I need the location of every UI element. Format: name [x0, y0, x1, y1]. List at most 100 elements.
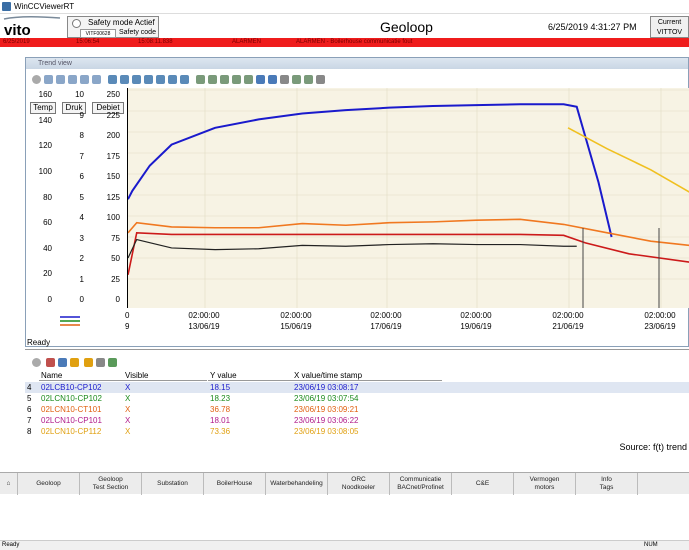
safety-mode-label: Safety mode Actief — [88, 18, 155, 27]
stats-icon[interactable] — [232, 75, 241, 84]
x-tick-date: 19/06/19 — [460, 322, 492, 331]
table-row[interactable]: 6 02LCN10-CT101 X 36.78 23/06/19 03:09:21 — [25, 404, 689, 415]
export-icon[interactable] — [244, 75, 253, 84]
nav-button[interactable]: Geoloop Test Section — [80, 473, 142, 495]
zoom-out-icon[interactable] — [120, 75, 129, 84]
alarm-bar[interactable]: 6/25/2019 15:06:54 15:08:11.838 ALARMEN … — [0, 38, 689, 47]
table-export-icon[interactable] — [108, 358, 117, 367]
zoom-x-icon[interactable] — [144, 75, 153, 84]
vito-logo-text: vito — [4, 22, 31, 39]
col-header-x-value[interactable]: X value/time stamp — [292, 370, 442, 381]
row-x-value: 23/06/19 03:06:22 — [294, 416, 359, 425]
series-line-gold — [567, 127, 689, 193]
first-page-icon[interactable] — [44, 75, 53, 84]
series-line-orange — [127, 218, 689, 247]
alarm-time-1: 15:06:54 — [76, 39, 100, 45]
stop-icon[interactable] — [316, 75, 325, 84]
print-icon[interactable] — [280, 75, 289, 84]
table-row[interactable]: 8 02LCN10-CP112 X 73.36 23/06/19 03:08:05 — [25, 426, 689, 437]
y-tick-label: 80 — [43, 192, 52, 202]
col-header-y-value[interactable]: Y value — [208, 370, 292, 381]
x-tick-date: 21/06/19 — [552, 322, 584, 331]
zoom-area-icon[interactable] — [132, 75, 141, 84]
window-title: WinCCViewerRT — [14, 2, 75, 11]
row-name: 02LCN10-CT101 — [41, 405, 102, 414]
y-tick-label: 1 — [79, 274, 84, 284]
row-visible: X — [125, 416, 131, 425]
table-toolbar — [30, 357, 130, 369]
rewind-icon[interactable] — [68, 75, 77, 84]
nav-button[interactable]: Vermogen motors — [514, 473, 576, 495]
zoom-y-icon[interactable] — [156, 75, 165, 84]
nav-button[interactable]: ORC Noodkoeler — [328, 473, 390, 495]
prev-page-icon[interactable] — [56, 75, 65, 84]
nav-button[interactable]: Info Tags — [576, 473, 638, 495]
table-help-icon[interactable] — [32, 358, 41, 367]
table-row[interactable]: 4 02LCB10-CP102 X 18.15 23/06/19 03:08:17 — [25, 382, 689, 393]
y-tick-label: 175 — [106, 151, 120, 161]
row-visible: X — [125, 394, 131, 403]
series-legend-markers — [60, 316, 80, 326]
table-icon[interactable] — [268, 75, 277, 84]
x-tick-date: 17/06/19 — [370, 322, 402, 331]
status-num: NUM — [644, 542, 658, 548]
nav-button[interactable]: Geoloop — [18, 473, 80, 495]
settings-icon[interactable] — [292, 75, 301, 84]
table-ruler-icon[interactable] — [70, 358, 79, 367]
table-row[interactable]: 7 02LCN10-CP101 X 18.01 23/06/19 03:06:22 — [25, 415, 689, 426]
time-range-icon[interactable] — [220, 75, 229, 84]
col-header-visible[interactable]: Visible — [123, 370, 207, 381]
row-index: 6 — [27, 405, 32, 414]
y-tick-label: 75 — [111, 233, 120, 243]
table-config-icon[interactable] — [46, 358, 55, 367]
ruler-icon[interactable] — [208, 75, 217, 84]
nav-button[interactable]: Waterbehandeling — [266, 473, 328, 495]
forward-icon[interactable] — [80, 75, 89, 84]
row-name: 02LCB10-CP102 — [41, 383, 102, 392]
y-tick-label: 0 — [115, 295, 120, 304]
config-icon[interactable] — [304, 75, 313, 84]
table-range-icon[interactable] — [84, 358, 93, 367]
y-tick-label: 5 — [79, 192, 84, 202]
y-tick-label: 6 — [79, 172, 84, 181]
nav-button[interactable]: C&E — [452, 473, 514, 495]
safety-code-field[interactable]: VITF00628 — [80, 29, 116, 38]
current-user-button[interactable]: Current VITTOV — [650, 16, 689, 38]
x-tick-time: 0 — [125, 311, 130, 320]
y-tick-label: 25 — [111, 274, 120, 284]
nav-button[interactable]: Communicatie BACnet/Profinet — [390, 473, 452, 495]
move-icon[interactable] — [168, 75, 177, 84]
trend-plot-area[interactable] — [127, 88, 689, 308]
y-tick-label: 120 — [38, 141, 52, 151]
y-tick-label: 250 — [106, 90, 120, 99]
table-print-icon[interactable] — [96, 358, 105, 367]
zoom-in-icon[interactable] — [108, 75, 117, 84]
datetime-display: 6/25/2019 4:31:27 PM — [548, 22, 637, 32]
y-tick-label: 100 — [38, 166, 52, 176]
app-icon — [2, 2, 11, 11]
value-table: Name Visible Y value X value/time stamp … — [25, 370, 689, 440]
x-tick-time: 02:00:00 — [188, 311, 220, 320]
y-tick-label: 150 — [106, 172, 120, 181]
y-tick-label: 140 — [38, 115, 52, 125]
x-tick-time: 02:00:00 — [280, 311, 312, 320]
safety-mode-radio[interactable] — [72, 19, 81, 28]
select-data-icon[interactable] — [196, 75, 205, 84]
y-tick-label: 0 — [79, 295, 84, 304]
row-y-value: 18.15 — [210, 383, 231, 392]
row-visible: X — [125, 427, 131, 436]
table-select-icon[interactable] — [58, 358, 67, 367]
last-page-icon[interactable] — [92, 75, 101, 84]
home-icon[interactable]: ⌂ — [0, 473, 18, 495]
table-row[interactable]: 5 02LCN10-CP102 X 18.23 23/06/19 03:07:54 — [25, 393, 689, 404]
original-view-icon[interactable] — [180, 75, 189, 84]
nav-button[interactable]: BoilerHouse — [204, 473, 266, 495]
help-icon[interactable] — [32, 75, 41, 84]
series-line-red — [127, 231, 689, 275]
trend-window-title: Trend view — [26, 58, 688, 69]
y-tick-label: 3 — [79, 233, 84, 243]
grid-icon[interactable] — [256, 75, 265, 84]
nav-button[interactable]: Substation — [142, 473, 204, 495]
divider — [25, 349, 689, 350]
source-label: Source: f(t) trend — [619, 442, 687, 452]
